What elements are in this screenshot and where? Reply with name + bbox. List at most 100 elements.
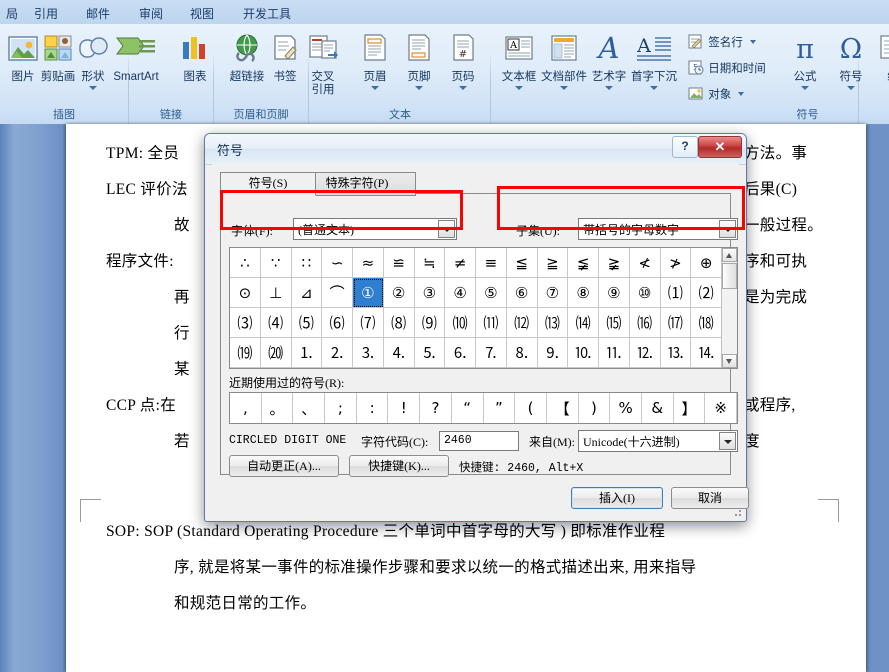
chevron-down-icon[interactable] bbox=[371, 86, 379, 90]
symbol-cell[interactable]: ⒉ bbox=[322, 338, 353, 368]
symbol-cell[interactable]: ⑧ bbox=[568, 278, 599, 308]
symbol-grid-scrollbar[interactable] bbox=[721, 248, 737, 368]
ribbon-button-dropcap[interactable]: A 首字下沉 bbox=[627, 32, 681, 90]
symbol-cell[interactable]: ∵ bbox=[260, 248, 292, 278]
symbol-cell[interactable]: ⑤ bbox=[476, 278, 507, 308]
symbol-cell[interactable]: ⑩ bbox=[629, 278, 661, 308]
recent-symbol-cell[interactable]: 。 bbox=[262, 393, 294, 423]
chevron-down-icon[interactable] bbox=[89, 86, 97, 90]
recent-symbol-cell[interactable]: ) bbox=[579, 393, 611, 423]
symbol-cell[interactable]: ⑸ bbox=[291, 308, 323, 338]
symbol-cell[interactable]: ≌ bbox=[383, 248, 415, 278]
symbol-cell[interactable]: ⑷ bbox=[260, 308, 292, 338]
symbol-cell[interactable]: ⒋ bbox=[383, 338, 415, 368]
recent-symbol-cell[interactable]: & bbox=[642, 393, 674, 423]
chevron-down-icon[interactable] bbox=[438, 220, 455, 238]
recent-symbol-cell[interactable]: ? bbox=[420, 393, 452, 423]
symbol-cell[interactable]: ⒆ bbox=[230, 338, 261, 368]
recent-symbols-grid[interactable]: ,。、;:!? “”(【)% &】 ※ bbox=[230, 393, 737, 423]
chevron-down-icon[interactable] bbox=[515, 86, 523, 90]
symbol-cell[interactable]: ⒓ bbox=[629, 338, 661, 368]
dialog-titlebar[interactable]: 符号 ? ✕ bbox=[205, 134, 746, 165]
symbol-cell[interactable]: ⒒ bbox=[599, 338, 630, 368]
symbol-cell[interactable]: ⌒ bbox=[322, 278, 353, 308]
symbol-cell[interactable]: ⒅ bbox=[691, 308, 722, 338]
ribbon-tab-view[interactable]: 视图 bbox=[184, 3, 220, 24]
scroll-up-icon[interactable] bbox=[722, 248, 737, 262]
symbol-cell[interactable]: ⑥ bbox=[506, 278, 538, 308]
symbol-cell[interactable]: ⑺ bbox=[353, 308, 384, 338]
symbol-cell[interactable]: ∷ bbox=[291, 248, 323, 278]
recent-symbol-cell[interactable]: ” bbox=[484, 393, 516, 423]
scrollbar-thumb[interactable] bbox=[722, 263, 737, 289]
symbol-dialog[interactable]: 符号 ? ✕ 符号(S) 特殊字符(P) 字体(F): (普通文本) 子集(U)… bbox=[204, 133, 749, 522]
symbol-cell[interactable]: ⒁ bbox=[568, 308, 599, 338]
recent-symbol-cell[interactable]: 【 bbox=[547, 393, 579, 423]
symbol-cell[interactable]: ⊿ bbox=[291, 278, 323, 308]
chevron-down-icon[interactable] bbox=[719, 432, 736, 450]
recent-symbol-cell[interactable]: “ bbox=[452, 393, 484, 423]
symbol-cell[interactable]: ⑹ bbox=[322, 308, 353, 338]
chevron-down-icon[interactable] bbox=[605, 86, 613, 90]
symbol-cell[interactable]: ⒀ bbox=[537, 308, 569, 338]
chevron-down-icon[interactable] bbox=[738, 92, 745, 96]
recent-symbol-cell[interactable]: 、 bbox=[293, 393, 326, 423]
chevron-down-icon[interactable] bbox=[847, 86, 855, 90]
symbol-cell[interactable]: ⒕ bbox=[691, 338, 722, 368]
subset-combobox[interactable]: 带括号的字母数字 bbox=[578, 218, 738, 240]
symbol-cell[interactable]: ⒂ bbox=[599, 308, 630, 338]
autocorrect-button[interactable]: 自动更正(A)... bbox=[229, 455, 339, 477]
symbol-cell[interactable]: ⒑ bbox=[568, 338, 599, 368]
symbol-grid[interactable]: ∴ ∵ ∷ ∽ ≈ ≌ ≒ ≠ ≡ ≦ ≧ ≨ ≩ ≮ ≯ ⊕ ⊙ ⊥ ⊿ ⌒ ① ② ③ ④ ⑤ ⑥ ⑦ ⑧ ⑨ ⑩ ⑴ ⑵ ⑶ ⑷ ⑸ ⑹ ⑺ ⑻ ⑼ ⑽… bbox=[230, 248, 722, 368]
symbol-cell[interactable]: ⒊ bbox=[353, 338, 384, 368]
recent-symbol-cell[interactable]: , bbox=[230, 393, 262, 423]
symbol-cell[interactable]: ⑻ bbox=[383, 308, 415, 338]
from-combobox[interactable]: Unicode(十六进制) bbox=[578, 430, 738, 452]
symbol-cell[interactable]: ⒌ bbox=[414, 338, 446, 368]
symbol-cell[interactable]: ≠ bbox=[445, 248, 476, 278]
ribbon-tab-mailings[interactable]: 邮件 bbox=[80, 3, 116, 24]
help-button[interactable]: ? bbox=[672, 136, 698, 158]
ribbon-button-numbering[interactable]: 编 bbox=[866, 32, 889, 84]
symbol-cell[interactable]: ≧ bbox=[537, 248, 569, 278]
chevron-down-icon[interactable] bbox=[459, 86, 467, 90]
symbol-cell[interactable]: ⑽ bbox=[445, 308, 476, 338]
symbol-grid-container[interactable]: ∴ ∵ ∷ ∽ ≈ ≌ ≒ ≠ ≡ ≦ ≧ ≨ ≩ ≮ ≯ ⊕ ⊙ ⊥ ⊿ ⌒ ① ② ③ ④ ⑤ ⑥ ⑦ ⑧ ⑨ ⑩ ⑴ ⑵ ⑶ ⑷ ⑸ ⑹ ⑺ ⑻ ⑼ ⑽… bbox=[229, 247, 738, 369]
shortcut-key-button[interactable]: 快捷键(K)... bbox=[349, 455, 449, 477]
recent-symbol-cell[interactable]: ! bbox=[388, 393, 421, 423]
symbol-cell[interactable]: ⒐ bbox=[537, 338, 569, 368]
ribbon-tab-review[interactable]: 审阅 bbox=[133, 3, 169, 24]
symbol-cell[interactable]: ⒃ bbox=[629, 308, 661, 338]
close-icon[interactable]: ✕ bbox=[698, 136, 742, 158]
recent-symbol-cell[interactable]: ※ bbox=[705, 393, 737, 423]
recent-symbol-cell[interactable]: % bbox=[610, 393, 642, 423]
ribbon-tab-references[interactable]: 引用 bbox=[28, 3, 64, 24]
ribbon-button-smartart[interactable]: SmartArt bbox=[99, 32, 173, 84]
ribbon-button-pagenumber[interactable]: # 页码 bbox=[436, 32, 490, 90]
scroll-down-icon[interactable] bbox=[722, 354, 737, 368]
symbol-cell[interactable]: ⒄ bbox=[660, 308, 692, 338]
symbol-cell[interactable]: ⑾ bbox=[476, 308, 507, 338]
symbol-cell[interactable]: ⒍ bbox=[445, 338, 476, 368]
chevron-down-icon[interactable] bbox=[749, 40, 756, 44]
chevron-down-icon[interactable] bbox=[801, 86, 809, 90]
tab-symbols[interactable]: 符号(S) bbox=[220, 172, 316, 196]
ribbon-button-chart[interactable]: 图表 bbox=[168, 32, 222, 84]
symbol-cell[interactable]: ≡ bbox=[476, 248, 507, 278]
recent-symbol-cell[interactable]: 】 bbox=[674, 393, 706, 423]
symbol-cell[interactable]: ② bbox=[383, 278, 415, 308]
symbol-cell[interactable]: ⑨ bbox=[599, 278, 630, 308]
symbol-cell[interactable]: ⒇ bbox=[260, 338, 292, 368]
symbol-cell[interactable]: ⑵ bbox=[691, 278, 722, 308]
symbol-cell[interactable]: ≒ bbox=[414, 248, 446, 278]
charcode-input[interactable]: 2460 bbox=[439, 431, 519, 451]
chevron-down-icon[interactable] bbox=[415, 86, 423, 90]
symbol-cell[interactable]: ⊙ bbox=[230, 278, 261, 308]
chevron-down-icon[interactable] bbox=[650, 86, 658, 90]
chevron-down-icon[interactable] bbox=[719, 220, 736, 238]
symbol-cell[interactable]: ⒎ bbox=[476, 338, 507, 368]
ribbon-button-object[interactable]: 对象 bbox=[688, 86, 745, 102]
symbol-cell[interactable]: ≮ bbox=[629, 248, 661, 278]
recent-symbol-cell[interactable]: ; bbox=[325, 393, 357, 423]
ribbon-button-date-time[interactable]: 5 日期和时间 bbox=[688, 60, 766, 76]
